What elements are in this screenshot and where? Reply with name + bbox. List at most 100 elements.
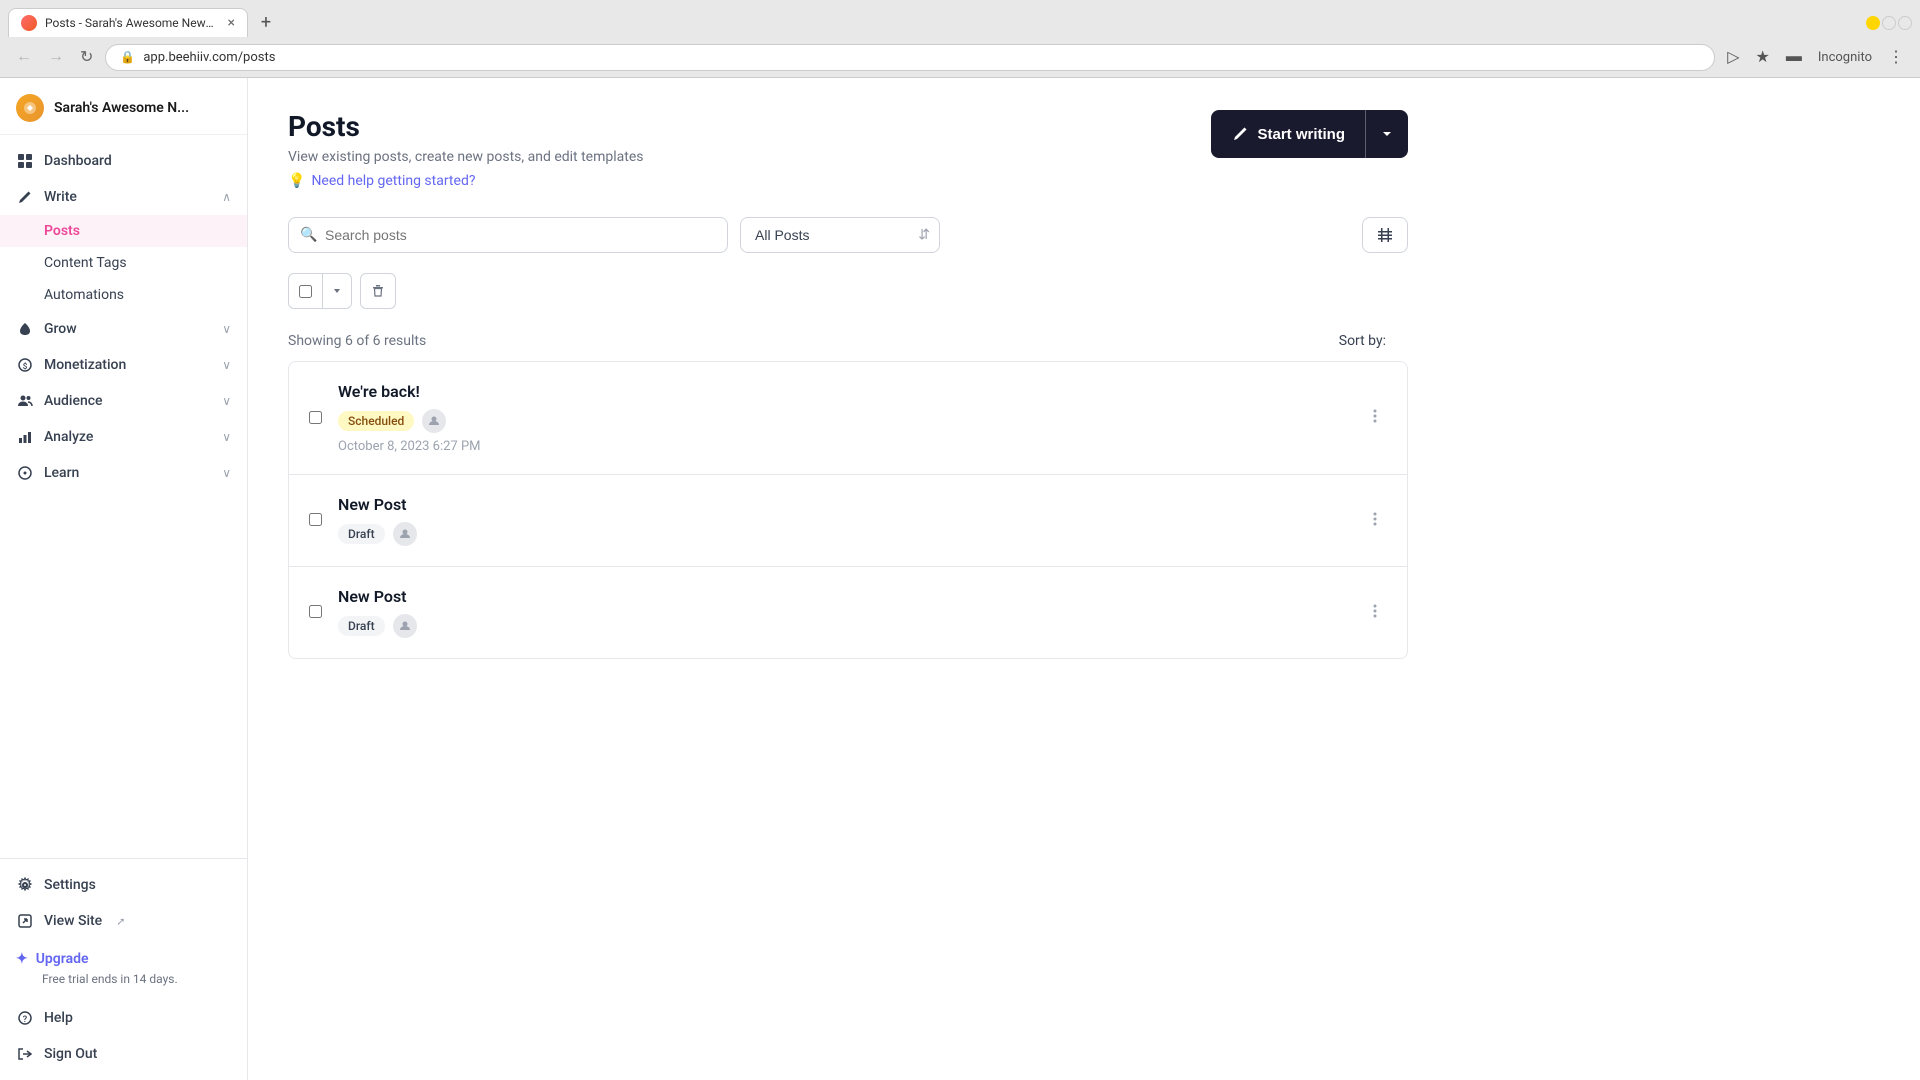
sidebar-item-label: Monetization: [44, 357, 126, 373]
table-row[interactable]: New Post Draft: [289, 475, 1407, 567]
menu-button[interactable]: ⋮: [1884, 43, 1908, 71]
sidebar-navigation: Dashboard Write ∧ Posts Content Tags Aut…: [0, 135, 247, 858]
toolbar-row: [288, 273, 1408, 309]
sidebar-brand-name: Sarah's Awesome N...: [54, 100, 189, 116]
search-input-wrapper: 🔍: [288, 217, 728, 253]
filters-row: 🔍 All Posts Published Draft Scheduled Ar…: [288, 217, 1408, 253]
post-menu-button[interactable]: [1363, 404, 1387, 432]
cast-button[interactable]: ▷: [1723, 43, 1743, 71]
post-checkbox-2[interactable]: [309, 511, 322, 530]
chevron-down-icon: ∨: [222, 430, 231, 444]
post-meta: Draft: [338, 522, 1347, 546]
audience-icon: [16, 392, 34, 410]
close-button[interactable]: [1898, 16, 1912, 30]
active-tab[interactable]: Posts - Sarah's Awesome Newsl... ×: [8, 8, 248, 37]
upgrade-section: ✦ Upgrade Free trial ends in 14 days.: [0, 939, 247, 1000]
sidebar-item-monetization[interactable]: $ Monetization ∨: [0, 347, 247, 383]
tab-bar: Posts - Sarah's Awesome Newsl... × +: [0, 0, 1920, 37]
post-title: New Post: [338, 495, 1347, 514]
sidebar-item-automations[interactable]: Automations: [0, 279, 247, 311]
posts-list: We're back! Scheduled October 8, 2023 6:…: [288, 361, 1408, 659]
tab-close-button[interactable]: ×: [228, 15, 235, 31]
sidebar-item-dashboard[interactable]: Dashboard: [0, 143, 247, 179]
search-input[interactable]: [288, 217, 728, 253]
help-link[interactable]: 💡 Need help getting started?: [288, 173, 643, 189]
sort-button[interactable]: Sort by:: [1339, 333, 1408, 349]
trash-icon: [370, 283, 386, 299]
post-checkbox-3[interactable]: [309, 603, 322, 622]
sidebar-item-posts[interactable]: Posts: [0, 215, 247, 247]
delete-button[interactable]: [360, 273, 396, 309]
extensions-button[interactable]: ▬: [1782, 44, 1806, 70]
svg-text:?: ?: [23, 1015, 28, 1025]
post-menu-button[interactable]: [1363, 507, 1387, 535]
post-date: October 8, 2023 6:27 PM: [338, 439, 1347, 454]
sidebar-item-learn[interactable]: Learn ∨: [0, 455, 247, 491]
sidebar-item-label: Dashboard: [44, 153, 112, 169]
post-checkbox-input[interactable]: [309, 605, 322, 618]
sidebar-item-grow[interactable]: Grow ∨: [0, 311, 247, 347]
forward-button[interactable]: →: [44, 44, 68, 70]
chevron-down-icon: ∨: [222, 322, 231, 336]
url-bar[interactable]: 🔒 app.beehiiv.com/posts: [105, 44, 1715, 71]
post-menu-button[interactable]: [1363, 599, 1387, 627]
showing-results-text: Showing 6 of 6 results: [288, 333, 426, 349]
posts-filter-select[interactable]: All Posts Published Draft Scheduled Arch…: [740, 217, 940, 253]
minimize-button[interactable]: [1866, 16, 1880, 30]
results-row: Showing 6 of 6 results Sort by:: [288, 321, 1408, 361]
trial-text: Free trial ends in 14 days.: [16, 971, 231, 988]
sidebar-item-audience[interactable]: Audience ∨: [0, 383, 247, 419]
chevron-up-icon: ∧: [222, 190, 231, 204]
page-header: Posts View existing posts, create new po…: [288, 110, 1408, 189]
bulk-checkbox[interactable]: [289, 274, 323, 308]
app-container: Sarah's Awesome N... Dashboard Write ∧ P…: [0, 78, 1920, 1080]
table-row[interactable]: We're back! Scheduled October 8, 2023 6:…: [289, 362, 1407, 475]
chevron-down-icon: [1380, 127, 1394, 141]
post-checkbox-input[interactable]: [309, 513, 322, 526]
sidebar-item-label: Learn: [44, 465, 79, 481]
sidebar-item-settings[interactable]: Settings: [0, 867, 247, 903]
post-meta: Draft: [338, 614, 1347, 638]
upgrade-button[interactable]: ✦ Upgrade: [16, 951, 231, 967]
post-content-2: New Post Draft: [338, 495, 1347, 546]
grow-icon: [16, 320, 34, 338]
post-checkbox-input[interactable]: [309, 411, 322, 424]
window-controls: [1866, 16, 1912, 30]
bulk-checkbox-input[interactable]: [299, 285, 312, 298]
table-row[interactable]: New Post Draft: [289, 567, 1407, 658]
sidebar-item-view-site[interactable]: View Site ➚: [0, 903, 247, 939]
tab-title: Posts - Sarah's Awesome Newsl...: [45, 16, 220, 30]
post-title: New Post: [338, 587, 1347, 606]
start-writing-dropdown-arrow[interactable]: [1366, 110, 1408, 158]
sidebar-item-label: Posts: [44, 223, 80, 239]
grid-icon: [16, 152, 34, 170]
author-avatar: [393, 614, 417, 638]
post-checkbox-1[interactable]: [309, 409, 322, 428]
sidebar-item-sign-out[interactable]: Sign Out: [0, 1036, 247, 1072]
columns-button[interactable]: [1362, 217, 1408, 253]
page-title: Posts: [288, 110, 643, 143]
sidebar-item-analyze[interactable]: Analyze ∨: [0, 419, 247, 455]
sidebar-logo: [16, 94, 44, 122]
sort-icon: [1392, 333, 1408, 349]
sidebar-item-label: Settings: [44, 877, 96, 893]
columns-icon: [1377, 227, 1393, 243]
maximize-button[interactable]: [1882, 16, 1896, 30]
sidebar-item-write[interactable]: Write ∧: [0, 179, 247, 215]
bulk-select-dropdown[interactable]: [323, 274, 351, 308]
chevron-down-icon: ∨: [222, 466, 231, 480]
post-meta: Scheduled: [338, 409, 1347, 433]
bookmark-button[interactable]: ★: [1752, 43, 1774, 71]
new-tab-button[interactable]: +: [252, 9, 280, 37]
sidebar-item-label: View Site: [44, 913, 102, 929]
post-content-1: We're back! Scheduled October 8, 2023 6:…: [338, 382, 1347, 454]
sidebar-item-content-tags[interactable]: Content Tags: [0, 247, 247, 279]
sidebar-item-help[interactable]: ? Help: [0, 1000, 247, 1036]
reload-button[interactable]: ↻: [76, 43, 97, 71]
back-button[interactable]: ←: [12, 44, 36, 70]
start-writing-label: Start writing: [1257, 126, 1345, 143]
more-options-icon: [1367, 408, 1383, 424]
start-writing-button[interactable]: Start writing: [1211, 110, 1408, 158]
sidebar-item-label: Content Tags: [44, 255, 127, 271]
sidebar-item-label: Help: [44, 1010, 73, 1026]
